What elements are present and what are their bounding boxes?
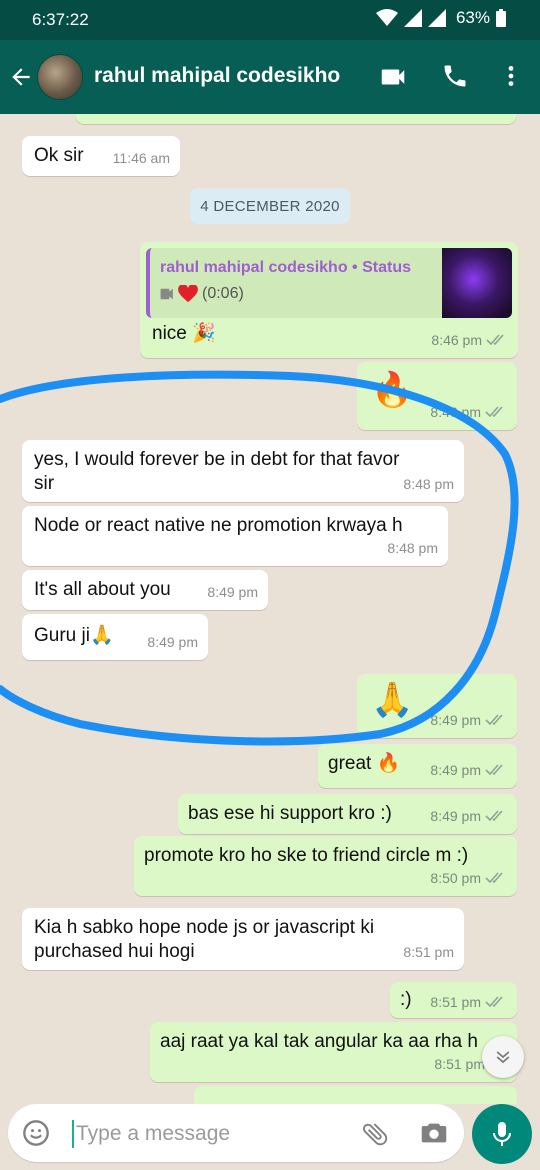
message-bubble[interactable]: Guru ji🙏 8:49 pm — [22, 614, 208, 660]
quoted-status-name: rahul mahipal codesikho • Status — [160, 259, 411, 276]
message-text: Node or react native ne promotion krwaya… — [34, 515, 403, 536]
message-list[interactable]: Ok sir 11:46 am 4 DECEMBER 2020 rahul ma… — [0, 114, 540, 1104]
status-reply-bubble[interactable]: rahul mahipal codesikho • Status (0:06) … — [140, 242, 518, 358]
message-bubble[interactable]: yes, I would forever be in debt for that… — [22, 440, 464, 502]
chat-header: rahul mahipal codesikho — [0, 40, 540, 114]
message-text-line2: sir — [34, 473, 55, 494]
message-text: aaj raat ya kal tak angular ka aa rha h — [160, 1031, 478, 1052]
compose-bar: Type a message — [0, 1104, 540, 1170]
message-bubble[interactable]: :) 8:51 pm — [390, 982, 517, 1018]
back-arrow-icon[interactable] — [8, 64, 34, 90]
message-bubble[interactable]: Ok sir 11:46 am — [22, 136, 180, 176]
message-bubble[interactable]: promote kro ho ske to friend circle m :)… — [134, 836, 517, 896]
read-ticks-icon — [485, 406, 503, 418]
message-bubble[interactable]: It's all about you 8:49 pm — [22, 570, 268, 610]
read-ticks-icon — [486, 334, 504, 346]
message-text-line1: yes, I would forever be in debt for that… — [34, 449, 400, 470]
message-time: 8:48 pm — [403, 476, 454, 492]
quoted-status-duration-row: (0:06) — [160, 282, 244, 306]
message-bubble[interactable]: 🙏 8:49 pm — [357, 674, 517, 738]
message-bubble[interactable]: Kia h sabko hope node js or javascript k… — [22, 908, 464, 970]
emoji-icon[interactable] — [22, 1119, 50, 1147]
system-icons: 63% — [375, 8, 506, 28]
read-ticks-icon — [485, 810, 503, 822]
more-vert-icon[interactable] — [498, 62, 524, 90]
message-time: 8:51 pm — [434, 1056, 485, 1072]
message-text-line1: Kia h sabko hope node js or javascript k… — [34, 917, 375, 938]
message-time: 8:51 pm — [430, 994, 481, 1010]
message-bubble[interactable]: bas ese hi support kro :) 8:49 pm — [178, 794, 517, 834]
message-input[interactable]: Type a message — [8, 1104, 464, 1162]
message-bubble[interactable]: great 🔥 8:49 pm — [318, 744, 517, 788]
message-time: 8:49 pm — [430, 712, 481, 728]
message-text-line2: purchased hui hogi — [34, 941, 195, 962]
signal-icon-2 — [427, 9, 446, 27]
status-bar: 6:37:22 63% — [0, 0, 540, 40]
date-chip: 4 DECEMBER 2020 — [190, 188, 350, 224]
message-bubble-partial — [76, 114, 516, 124]
wifi-icon — [375, 9, 398, 26]
quoted-status[interactable]: rahul mahipal codesikho • Status (0:06) — [146, 248, 512, 318]
message-bubble[interactable]: aaj raat ya kal tak angular ka aa rha h … — [150, 1022, 517, 1082]
attach-icon[interactable] — [360, 1119, 390, 1149]
mic-icon — [493, 1122, 511, 1146]
message-time: 8:51 pm — [403, 944, 454, 960]
message-time: 8:50 pm — [430, 870, 481, 886]
message-bubble[interactable]: Node or react native ne promotion krwaya… — [22, 506, 448, 566]
message-time: 8:49 pm — [430, 762, 481, 778]
message-bubble-partial — [194, 1086, 517, 1104]
read-ticks-icon — [485, 996, 503, 1008]
message-time: 8:49 pm — [430, 808, 481, 824]
message-time: 8:46 pm — [431, 332, 482, 348]
scroll-down-icon — [496, 1051, 510, 1064]
message-bubble[interactable]: 🔥 8:46 pm — [357, 362, 517, 430]
message-time: 8:46 pm — [430, 404, 481, 420]
contact-avatar[interactable] — [37, 54, 83, 100]
signal-icon — [403, 9, 422, 27]
message-text: promote kro ho ske to friend circle m :) — [144, 845, 469, 866]
status-time: 6:37:22 — [32, 10, 89, 29]
video-call-icon[interactable] — [378, 62, 408, 92]
message-time: 11:46 am — [112, 150, 170, 166]
text-cursor — [72, 1120, 74, 1148]
message-placeholder: Type a message — [76, 1122, 231, 1145]
video-icon — [160, 288, 173, 300]
read-ticks-icon — [485, 872, 503, 884]
message-time: 8:48 pm — [387, 540, 438, 556]
scroll-down-button[interactable] — [482, 1036, 524, 1078]
status-thumbnail — [442, 248, 512, 318]
battery-icon — [496, 9, 506, 27]
battery-percent: 63% — [455, 8, 490, 27]
quoted-status-duration: (0:06) — [202, 285, 244, 302]
message-time: 8:49 pm — [147, 634, 198, 650]
heart-icon — [178, 285, 198, 303]
contact-name[interactable]: rahul mahipal codesikho — [94, 64, 340, 88]
read-ticks-icon — [485, 764, 503, 776]
camera-icon[interactable] — [420, 1120, 448, 1146]
voice-call-icon[interactable] — [441, 62, 469, 90]
mic-button[interactable] — [472, 1104, 532, 1164]
read-ticks-icon — [485, 714, 503, 726]
message-time: 8:49 pm — [207, 584, 258, 600]
